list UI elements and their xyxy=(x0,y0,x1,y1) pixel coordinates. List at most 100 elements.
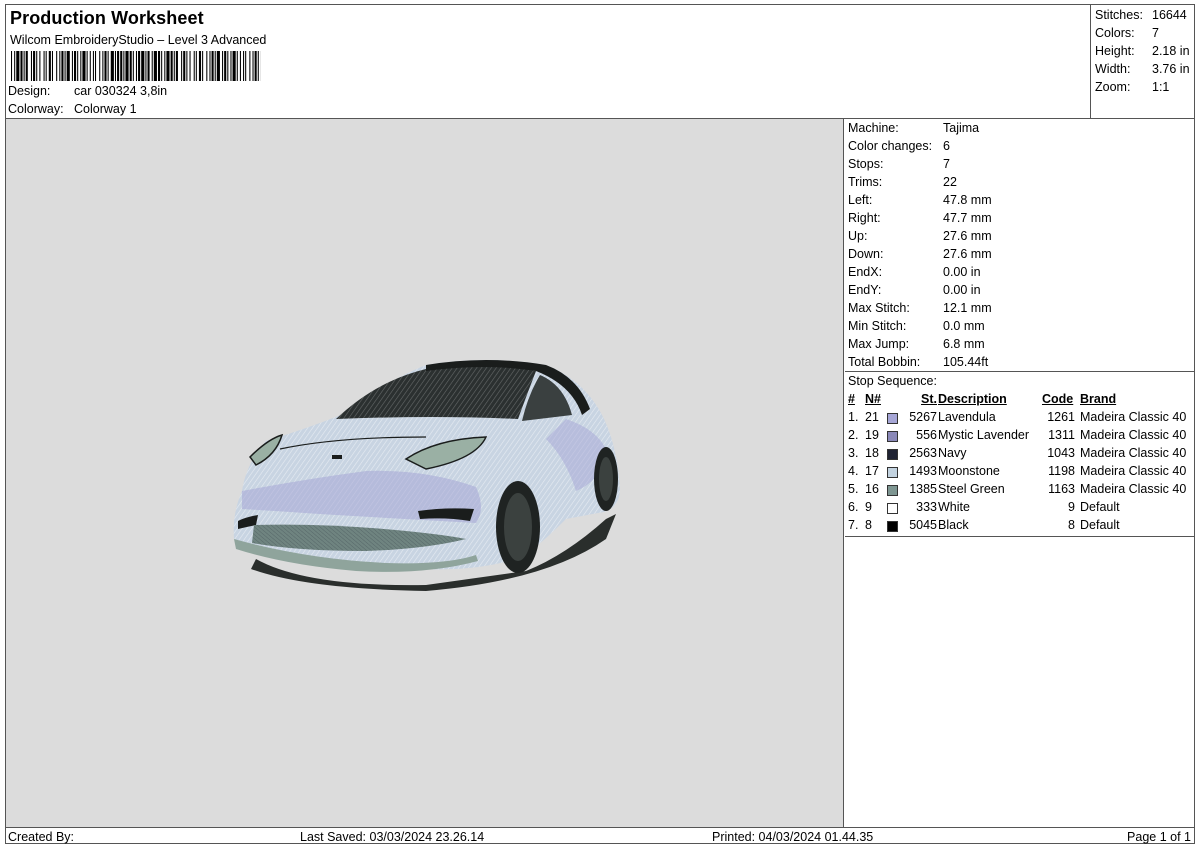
page-title: Production Worksheet xyxy=(10,8,204,28)
machine-row: Total Bobbin: 105.44ft xyxy=(848,355,988,369)
machine-value: 47.7 mm xyxy=(943,211,992,225)
machine-row: Min Stitch: 0.0 mm xyxy=(848,319,985,333)
machine-row: EndY: 0.00 in xyxy=(848,283,981,297)
machine-row: Trims: 22 xyxy=(848,175,957,189)
machine-label: Down: xyxy=(848,247,884,261)
machine-value: 6.8 mm xyxy=(943,337,985,351)
header-num: # xyxy=(848,392,855,406)
row-needle: 9 xyxy=(865,500,872,514)
printed-date: Printed: 04/03/2024 01.44.35 xyxy=(712,830,874,844)
row-stitches: 5045 xyxy=(909,518,937,532)
row-stitches: 1385 xyxy=(909,482,937,496)
machine-value: 105.44ft xyxy=(943,355,989,369)
row-brand: Madeira Classic 40 xyxy=(1080,428,1187,442)
created-by: Created By: xyxy=(8,830,75,844)
color-swatch xyxy=(887,413,898,424)
row-stitches: 333 xyxy=(916,500,937,514)
machine-row: Machine: Tajima xyxy=(848,121,979,135)
row-code: 1043 xyxy=(1047,446,1075,460)
stat-height: Height: 2.18 in xyxy=(1095,44,1190,58)
stats-panel: Stitches: 16644 Colors: 7 Height: 2.18 in W… xyxy=(1090,5,1194,119)
machine-value: 0.00 in xyxy=(943,283,981,297)
row-brand: Default xyxy=(1080,518,1120,532)
row-code: 1163 xyxy=(1048,482,1075,496)
machine-label: Min Stitch: xyxy=(848,319,907,333)
row-num: 7. xyxy=(848,518,859,532)
machine-label: Right: xyxy=(848,211,881,225)
row-stitches: 2563 xyxy=(909,446,937,460)
stat-width: Width: 3.76 in xyxy=(1095,62,1190,76)
stop-sequence-header: # N# St. Description Code Brand xyxy=(845,392,1194,410)
machine-label: Left: xyxy=(848,193,873,207)
row-stitches: 1493 xyxy=(909,464,937,478)
row-description: Mystic Lavender xyxy=(938,428,1030,442)
stop-sequence-row: 6. 9 333 White 9 Default xyxy=(845,500,1194,518)
machine-row: Max Jump: 6.8 mm xyxy=(848,337,985,351)
machine-label: Color changes: xyxy=(848,139,933,153)
machine-value: 27.6 mm xyxy=(943,229,992,243)
machine-value: 47.8 mm xyxy=(943,193,992,207)
row-code: 1198 xyxy=(1048,464,1075,478)
color-swatch xyxy=(887,521,898,532)
colorway-label: Colorway: xyxy=(8,102,64,116)
stat-colors: Colors: 7 xyxy=(1095,26,1159,40)
row-needle: 18 xyxy=(865,446,879,460)
machine-value: 7 xyxy=(943,157,950,171)
color-swatch xyxy=(887,485,898,496)
row-needle: 21 xyxy=(865,410,879,424)
machine-label: EndX: xyxy=(848,265,883,279)
machine-value: 12.1 mm xyxy=(943,301,992,315)
stop-sequence-row: 2. 19 556 Mystic Lavender 1311 Madeira Classi… xyxy=(845,428,1194,446)
row-num: 3. xyxy=(848,446,859,460)
row-needle: 19 xyxy=(865,428,879,442)
row-code: 9 xyxy=(1068,500,1075,514)
machine-row: Up: 27.6 mm xyxy=(848,229,992,243)
machine-value: 22 xyxy=(943,175,957,189)
page-number: Page 1 of 1 xyxy=(1127,830,1191,844)
info-panel: Machine: Tajima Color changes: 6 Stops: 7 Trim… xyxy=(845,119,1194,827)
row-brand: Madeira Classic 40 xyxy=(1080,446,1187,460)
machine-label: EndY: xyxy=(848,283,882,297)
row-code: 1261 xyxy=(1047,410,1075,424)
machine-row: Right: 47.7 mm xyxy=(848,211,992,225)
last-saved: Last Saved: 03/03/2024 23.26.14 xyxy=(300,830,485,844)
row-description: Steel Green xyxy=(938,482,1005,496)
row-description: Navy xyxy=(938,446,967,460)
stop-sequence-row: 5. 16 1385 Steel Green 1163 Madeira Classic 4… xyxy=(845,482,1194,500)
machine-label: Max Jump: xyxy=(848,337,910,351)
row-brand: Madeira Classic 40 xyxy=(1080,482,1187,496)
colorway-value: Colorway 1 xyxy=(74,102,137,116)
stop-sequence-row: 4. 17 1493 Moonstone 1198 Madeira Classic 40 xyxy=(845,464,1194,482)
row-brand: Default xyxy=(1080,500,1120,514)
row-description: Black xyxy=(938,518,969,532)
header-description: Description xyxy=(938,392,1007,406)
row-code: 8 xyxy=(1068,518,1075,532)
design-value: car 030324 3,8in xyxy=(74,84,168,98)
row-num: 1. xyxy=(848,410,859,424)
row-stitches: 556 xyxy=(916,428,937,442)
car-embroidery-image xyxy=(233,360,620,591)
row-brand: Madeira Classic 40 xyxy=(1080,410,1187,424)
machine-value: Tajima xyxy=(943,121,980,135)
machine-row: Stops: 7 xyxy=(848,157,950,171)
worksheet-header: Production Worksheet Wilcom EmbroiderySt… xyxy=(6,5,1194,119)
machine-row: EndX: 0.00 in xyxy=(848,265,981,279)
machine-value: 27.6 mm xyxy=(943,247,992,261)
row-brand: Madeira Classic 40 xyxy=(1080,464,1187,478)
machine-label: Trims: xyxy=(848,175,883,189)
design-preview xyxy=(6,119,844,827)
stat-zoom: Zoom: 1:1 xyxy=(1095,80,1170,94)
machine-value: 6 xyxy=(943,139,950,153)
row-needle: 8 xyxy=(865,518,872,532)
design-label: Design: xyxy=(8,84,51,98)
row-needle: 16 xyxy=(865,482,879,496)
row-num: 5. xyxy=(848,482,859,496)
machine-label: Up: xyxy=(848,229,868,243)
row-stitches: 5267 xyxy=(909,410,937,424)
stop-sequence-row: 3. 18 2563 Navy 1043 Madeira Classic 40 xyxy=(845,446,1194,464)
machine-row: Max Stitch: 12.1 mm xyxy=(848,301,992,315)
row-num: 6. xyxy=(848,500,859,514)
row-needle: 17 xyxy=(865,464,879,478)
machine-label: Machine: xyxy=(848,121,899,135)
machine-label: Max Stitch: xyxy=(848,301,910,315)
